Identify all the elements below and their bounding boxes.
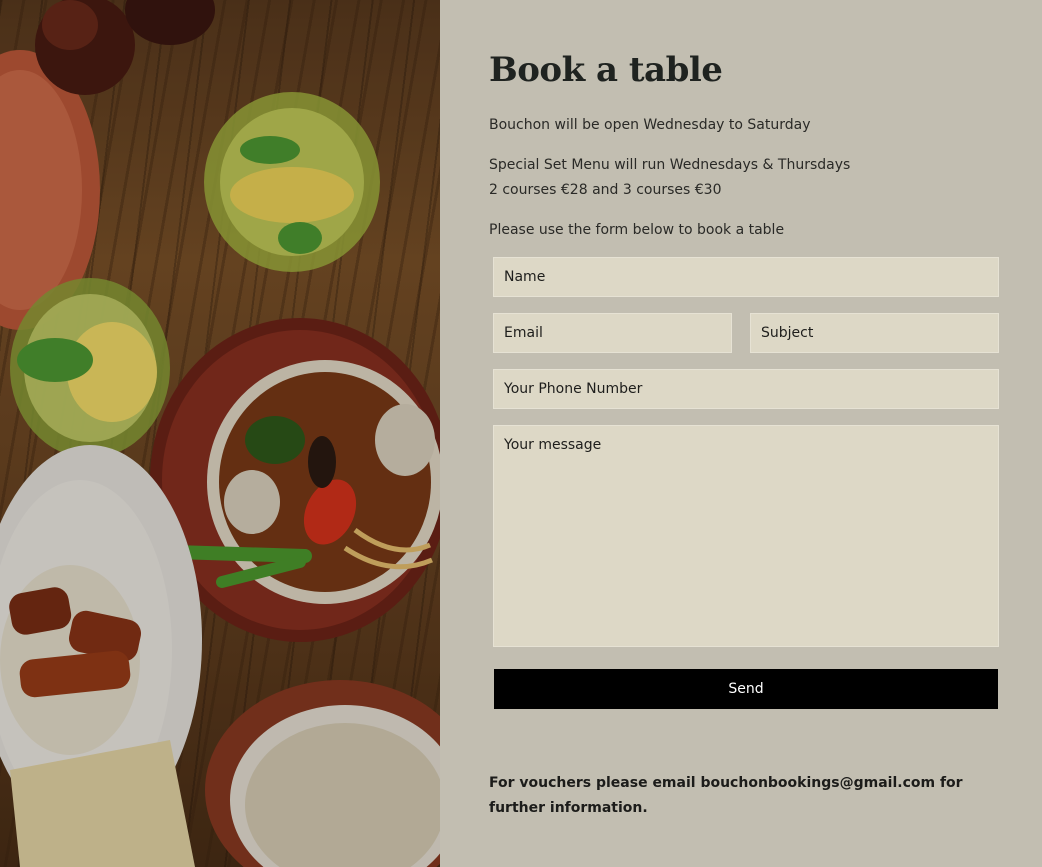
set-menu-text: Special Set Menu will run Wednesdays & T… xyxy=(489,153,850,203)
phone-number-field[interactable] xyxy=(493,369,999,409)
name-field[interactable] xyxy=(493,257,999,297)
booking-panel: Book a table Bouchon will be open Wednes… xyxy=(440,0,1042,867)
food-photo xyxy=(0,0,440,867)
set-menu-line-1: Special Set Menu will run Wednesdays & T… xyxy=(489,157,851,173)
voucher-email: bouchonbookings@gmail.com xyxy=(700,775,936,791)
photo-shade xyxy=(0,0,440,867)
email-field[interactable] xyxy=(493,313,732,353)
send-button[interactable]: Send xyxy=(494,669,998,709)
message-field[interactable] xyxy=(493,425,999,647)
set-menu-line-2: 2 courses €28 and 3 courses €30 xyxy=(489,182,722,198)
voucher-text-before: For vouchers please email xyxy=(489,775,701,791)
page-title: Book a table xyxy=(489,50,723,90)
voucher-info-text: For vouchers please email bouchonbooking… xyxy=(489,771,1009,821)
form-intro-text: Please use the form below to book a tabl… xyxy=(489,222,785,238)
subject-field[interactable] xyxy=(750,313,999,353)
food-photo-illustration xyxy=(0,0,440,867)
opening-days-text: Bouchon will be open Wednesday to Saturd… xyxy=(489,117,811,133)
